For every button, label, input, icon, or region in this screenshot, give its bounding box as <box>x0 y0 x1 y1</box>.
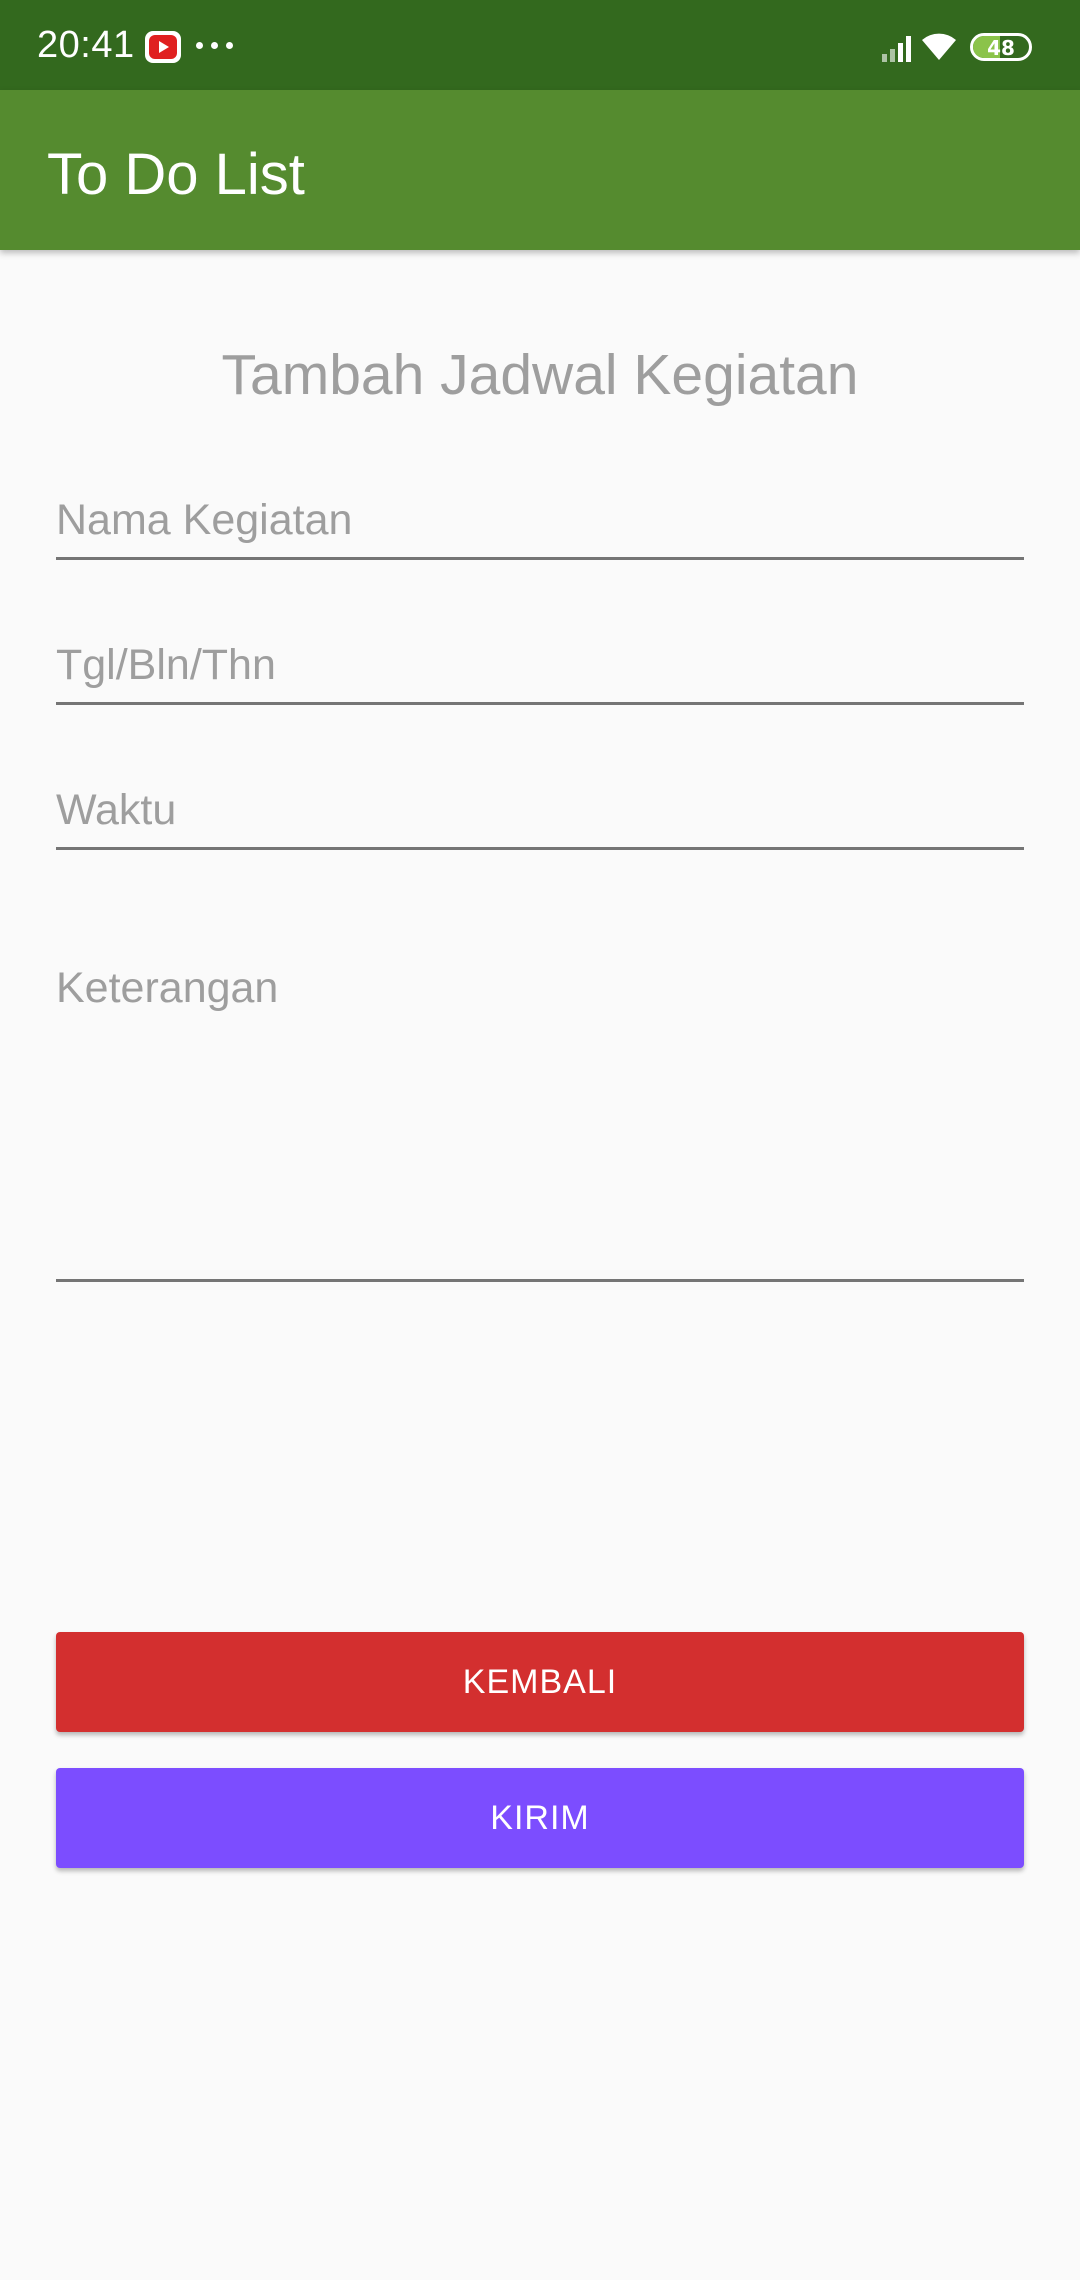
app-screen: 20:41 48 To Do List Tambah Jadwal Kegiat… <box>0 0 1080 2280</box>
app-title: To Do List <box>47 142 305 207</box>
kembali-button[interactable]: KEMBALI <box>56 1632 1024 1732</box>
wifi-icon <box>922 33 956 60</box>
waktu-field[interactable] <box>56 784 1024 850</box>
tanggal-field[interactable] <box>56 639 1024 705</box>
nama-kegiatan-field[interactable] <box>56 494 1024 560</box>
battery-level: 48 <box>987 36 1015 60</box>
signal-icon <box>882 36 912 62</box>
status-bar: 20:41 48 <box>0 0 1080 90</box>
app-bar: To Do List <box>0 90 1080 250</box>
kirim-button[interactable]: KIRIM <box>56 1768 1024 1868</box>
battery-icon: 48 <box>970 33 1032 61</box>
form-heading: Tambah Jadwal Kegiatan <box>221 343 859 407</box>
more-dots-icon <box>196 42 236 50</box>
status-time: 20:41 <box>37 24 135 66</box>
youtube-icon <box>145 31 181 63</box>
keterangan-field[interactable] <box>56 962 1024 1282</box>
